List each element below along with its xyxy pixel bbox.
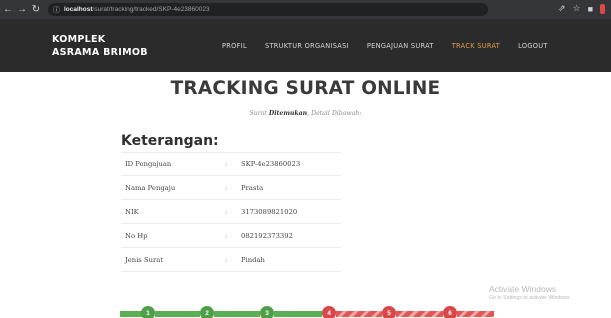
row-value: 3173089821020 [241, 207, 298, 216]
site-navbar: KOMPLEK ASRAMA BRIMOB PROFIL STRUKTUR OR… [0, 19, 611, 72]
menu-item-track-surat[interactable]: TRACK SURAT [452, 42, 500, 50]
row-value: SKP-4e23860023 [241, 160, 301, 168]
progress-segment [336, 311, 382, 317]
arrow-left-icon[interactable]: ← [2, 4, 14, 15]
step-3: 3 [260, 306, 274, 318]
progress-segment [214, 311, 260, 317]
step-4: 4 [322, 306, 336, 318]
menu-item-logout[interactable]: LOGOUT [518, 42, 548, 50]
star-icon[interactable]: ☆ [572, 3, 580, 14]
row-value: Pindah [241, 255, 265, 264]
table-row: Jenis Surat : Pindah [121, 248, 341, 272]
row-label: Jenis Surat [125, 255, 164, 264]
step-1: 1 [141, 306, 155, 318]
subtitle-prefix: Surat [249, 110, 267, 117]
reload-icon[interactable]: ↻ [30, 4, 42, 15]
share-icon[interactable]: ⇗ [558, 3, 566, 14]
detail-table: ID Pengajuan : SKP-4e23860023 Nama Penga… [121, 152, 341, 272]
progress-tracker: 1 2 3 4 5 6 [120, 305, 500, 318]
browser-actions: ⇗ ☆ ■ [558, 3, 605, 14]
menu-item-pengajuan-surat[interactable]: PENGAJUAN SURAT [367, 42, 434, 50]
extension-icon[interactable] [600, 3, 605, 14]
progress-segment [274, 311, 322, 317]
progress-segment [457, 311, 494, 317]
step-6: 6 [443, 306, 457, 318]
step-2: 2 [200, 306, 214, 318]
url-host: localhost [64, 6, 93, 13]
brand-line-1: KOMPLEK [52, 34, 106, 45]
row-separator: : [225, 183, 228, 192]
brand-logo[interactable]: KOMPLEK ASRAMA BRIMOB [52, 33, 148, 59]
row-label: No Hp [125, 231, 148, 240]
main-menu: PROFIL STRUKTUR ORGANISASI PENGAJUAN SUR… [222, 42, 566, 50]
arrow-right-icon[interactable]: → [16, 4, 28, 15]
row-label: NIK [125, 207, 139, 216]
subtitle-status: Ditemukan [268, 110, 308, 117]
watermark-title: Activate Windows [489, 284, 557, 294]
menu-item-profil[interactable]: PROFIL [222, 42, 247, 50]
step-5: 5 [382, 306, 396, 318]
progress-segment [155, 311, 200, 317]
windows-watermark: Activate Windows Go to Settings to activ… [489, 284, 607, 301]
section-title: Keterangan: [121, 133, 219, 149]
watermark-subtitle: Go to Settings to activate Windows. [489, 295, 571, 301]
address-bar[interactable]: ⓘ localhost /surat/tracking/tracked/SKP-… [48, 3, 488, 16]
table-row: ID Pengajuan : SKP-4e23860023 [121, 152, 341, 176]
table-row: Nama Pengaju : Prasta [121, 176, 341, 200]
table-row: No Hp : 082192373392 [121, 224, 341, 248]
row-separator: : [225, 231, 228, 240]
row-separator: : [225, 255, 228, 264]
page-subtitle: Surat Ditemukan, Detail Dibawah: [0, 110, 611, 117]
url-path: /surat/tracking/tracked/SKP-4e23860023 [92, 6, 210, 13]
row-separator: : [225, 207, 228, 216]
brand-line-2: ASRAMA BRIMOB [52, 47, 148, 58]
info-icon[interactable]: ⓘ [53, 5, 60, 15]
subtitle-suffix: , Detail Dibawah: [307, 110, 362, 117]
row-separator: : [225, 160, 228, 168]
browser-toolbar: ← → ↻ ⓘ localhost /surat/tracking/tracke… [0, 0, 611, 19]
page-title: TRACKING SURAT ONLINE [170, 78, 441, 99]
window-icon[interactable]: ■ [588, 4, 593, 14]
menu-item-struktur-organisasi[interactable]: STRUKTUR ORGANISASI [265, 42, 349, 50]
progress-segment [396, 311, 443, 317]
table-row: NIK : 3173089821020 [121, 200, 341, 224]
row-label: ID Pengajuan [125, 160, 172, 168]
row-label: Nama Pengaju [125, 183, 176, 192]
row-value: 082192373392 [241, 231, 293, 240]
row-value: Prasta [241, 183, 264, 192]
